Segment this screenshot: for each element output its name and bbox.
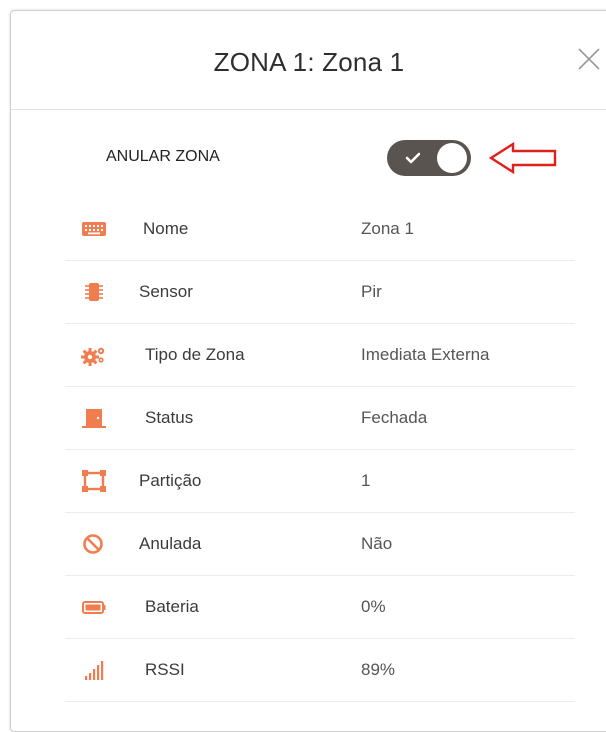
modal-header: ZONA 1: Zona 1 <box>11 11 606 110</box>
sensor-chip-icon <box>85 283 103 301</box>
property-label: Nome <box>143 219 189 238</box>
list-item-tipo-de-zona: Tipo de Zona Imediata Externa <box>65 324 575 387</box>
list-item-rssi: RSSI 89% <box>65 639 575 702</box>
door-icon <box>82 409 106 428</box>
signal-icon <box>85 661 104 680</box>
zone-modal: ZONA 1: Zona 1 ANULAR ZONA Nome Zona 1 S… <box>10 10 606 732</box>
toggle-knob <box>437 143 467 173</box>
property-value: Fechada <box>361 408 428 427</box>
check-icon <box>405 152 421 164</box>
property-label: Sensor <box>139 282 193 301</box>
bypass-zone-label: ANULAR ZONA <box>106 148 220 165</box>
gears-icon <box>81 347 105 366</box>
prohibited-icon <box>83 534 103 554</box>
property-label: Tipo de Zona <box>145 345 245 364</box>
property-value: Pir <box>361 282 382 301</box>
property-label: RSSI <box>145 660 185 679</box>
modal-title: ZONA 1: Zona 1 <box>213 47 405 77</box>
property-label: Partição <box>139 471 202 490</box>
property-value: 1 <box>361 471 371 490</box>
bypass-zone-toggle[interactable] <box>387 140 471 176</box>
partition-icon <box>82 470 106 492</box>
property-value: 89% <box>361 660 396 679</box>
list-item-nome: Nome Zona 1 <box>65 198 575 261</box>
property-label: Anulada <box>139 534 202 553</box>
list-item-particao: Partição 1 <box>65 450 575 513</box>
property-value: Zona 1 <box>361 219 414 238</box>
property-value: Imediata Externa <box>361 345 490 364</box>
battery-icon <box>82 601 106 614</box>
property-label: Status <box>145 408 194 427</box>
property-value: Não <box>361 534 393 553</box>
list-item-sensor: Sensor Pir <box>65 261 575 324</box>
property-label: Bateria <box>145 597 199 616</box>
close-button[interactable] <box>577 47 601 71</box>
red-arrow-left-icon <box>489 141 557 175</box>
keyboard-icon <box>82 222 106 236</box>
zone-properties-list: Nome Zona 1 Sensor Pir Tipo de Zona Imed… <box>65 198 575 702</box>
list-item-bateria: Bateria 0% <box>65 576 575 639</box>
list-item-status: Status Fechada <box>65 387 575 450</box>
list-item-anulada: Anulada Não <box>65 513 575 576</box>
close-icon <box>578 48 600 70</box>
property-value: 0% <box>361 597 386 616</box>
